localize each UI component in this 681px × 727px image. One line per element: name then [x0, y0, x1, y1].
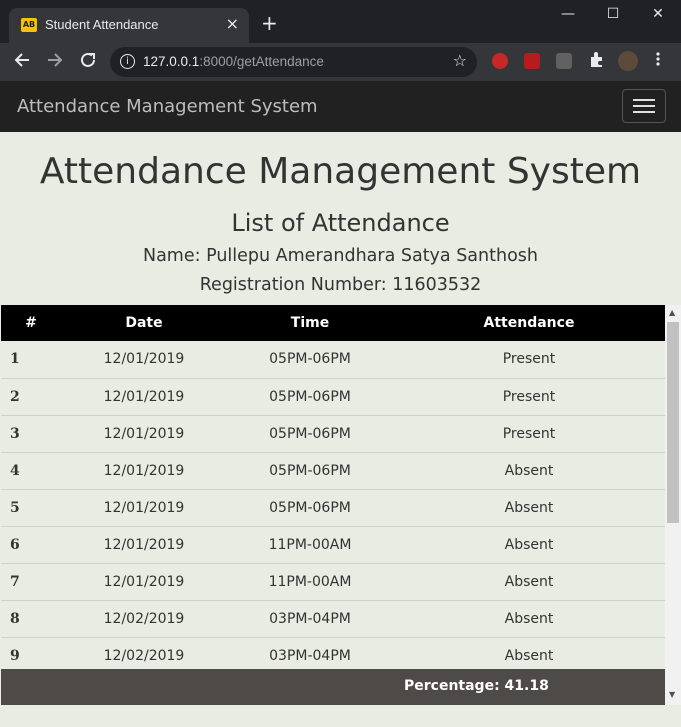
navbar-brand[interactable]: Attendance Management System [17, 96, 318, 117]
table-row: 1 12/01/2019 05PM-06PM Present [1, 341, 665, 378]
row-date: 12/01/2019 [103, 573, 185, 590]
row-time: 11PM-00AM [268, 536, 352, 553]
minimize-icon[interactable]: — [553, 6, 583, 22]
main-content: Attendance Management System List of Att… [0, 132, 681, 727]
header-time: Time [290, 315, 330, 331]
table-row: 8 12/02/2019 03PM-04PM Absent [1, 600, 665, 637]
row-attendance: Present [502, 388, 556, 405]
tab-close-icon[interactable]: × [226, 14, 239, 33]
row-number: 7 [10, 573, 20, 590]
row-time: 05PM-06PM [269, 499, 351, 516]
row-attendance: Absent [504, 499, 554, 516]
extensions-puzzle-icon[interactable] [588, 50, 606, 73]
attendance-table-container: # Date Time Attendance 1 12/01/2019 05PM-0… [1, 305, 665, 705]
row-number: 8 [10, 610, 20, 627]
row-date: 12/01/2019 [103, 425, 185, 442]
student-name: Name: Pullepu Amerandhara Satya Santhosh [142, 246, 538, 266]
table-row: 2 12/01/2019 05PM-06PM Present [1, 378, 665, 415]
attendance-percentage: Percentage: 41.18 [404, 678, 549, 694]
table-scrollbar[interactable]: ▲ ▼ [665, 305, 681, 705]
row-number: 2 [10, 388, 20, 405]
row-time: 05PM-06PM [269, 351, 351, 368]
percentage-bar: Percentage: 41.18 [1, 669, 665, 705]
row-attendance: Absent [504, 462, 554, 479]
browser-tab[interactable]: AB Student Attendance × [9, 8, 249, 43]
page-subtitle: List of Attendance [231, 209, 450, 237]
browser-menu-icon[interactable] [655, 50, 661, 73]
tab-favicon-icon: AB [21, 18, 37, 32]
url-text[interactable]: 127.0.0.1:8000/getAttendance [143, 54, 324, 69]
scroll-down-icon[interactable]: ▼ [669, 690, 675, 699]
maximize-icon[interactable]: ☐ [598, 6, 628, 22]
attendance-table: # Date Time Attendance 1 12/01/2019 05PM-0… [1, 305, 665, 675]
table-row: 7 12/01/2019 11PM-00AM Absent [1, 563, 665, 600]
row-date: 12/01/2019 [103, 499, 185, 516]
row-attendance: Absent [504, 610, 554, 627]
browser-toolbar: i 127.0.0.1:8000/getAttendance ☆ [0, 43, 681, 81]
row-attendance: Present [502, 425, 556, 442]
row-date: 12/01/2019 [103, 351, 185, 368]
pdf-extension-icon[interactable] [524, 53, 540, 69]
row-time: 11PM-00AM [268, 573, 352, 590]
row-time: 05PM-06PM [269, 388, 351, 405]
row-date: 12/01/2019 [103, 536, 185, 553]
tab-title: Student Attendance [45, 17, 159, 32]
site-info-icon[interactable]: i [120, 54, 135, 69]
row-date: 12/01/2019 [103, 388, 185, 405]
scroll-up-icon[interactable]: ▲ [669, 308, 675, 317]
header-number: # [25, 315, 37, 331]
table-row: 5 12/01/2019 05PM-06PM Absent [1, 489, 665, 526]
row-time: 05PM-06PM [269, 462, 351, 479]
scrollbar-thumb[interactable] [667, 322, 679, 523]
header-date: Date [125, 315, 163, 331]
row-date: 12/01/2019 [103, 462, 185, 479]
adblock-extension-icon[interactable] [492, 53, 508, 69]
chart-extension-icon[interactable] [556, 53, 572, 69]
row-time: 05PM-06PM [269, 425, 351, 442]
row-attendance: Absent [504, 536, 554, 553]
row-number: 3 [10, 425, 20, 442]
row-date: 12/02/2019 [103, 610, 185, 627]
hamburger-menu-icon[interactable] [622, 89, 666, 123]
app-navbar: Attendance Management System [0, 81, 681, 133]
row-number: 5 [10, 499, 20, 516]
browser-titlebar: AB Student Attendance × + — ☐ ✕ [0, 0, 681, 43]
page-title: Attendance Management System [39, 151, 642, 192]
window-close-icon[interactable]: ✕ [643, 6, 673, 22]
bookmark-star-icon[interactable]: ☆ [453, 51, 467, 70]
forward-arrow-icon[interactable] [46, 51, 64, 74]
address-bar[interactable]: i 127.0.0.1:8000/getAttendance ☆ [110, 47, 477, 77]
new-tab-icon[interactable]: + [261, 13, 278, 33]
row-time: 03PM-04PM [269, 610, 351, 627]
table-row: 3 12/01/2019 05PM-06PM Present [1, 415, 665, 452]
reload-icon[interactable] [79, 51, 97, 74]
row-number: 4 [10, 462, 20, 479]
header-attendance: Attendance [483, 315, 575, 331]
table-row: 6 12/01/2019 11PM-00AM Absent [1, 526, 665, 563]
row-attendance: Absent [504, 573, 554, 590]
table-header-row: # Date Time Attendance [1, 305, 665, 341]
table-row: 4 12/01/2019 05PM-06PM Absent [1, 452, 665, 489]
back-arrow-icon[interactable] [13, 51, 31, 74]
row-number: 6 [10, 536, 20, 553]
row-attendance: Present [502, 351, 556, 368]
row-number: 1 [10, 351, 20, 368]
registration-number: Registration Number: 11603532 [199, 275, 482, 295]
profile-avatar[interactable] [618, 51, 638, 71]
